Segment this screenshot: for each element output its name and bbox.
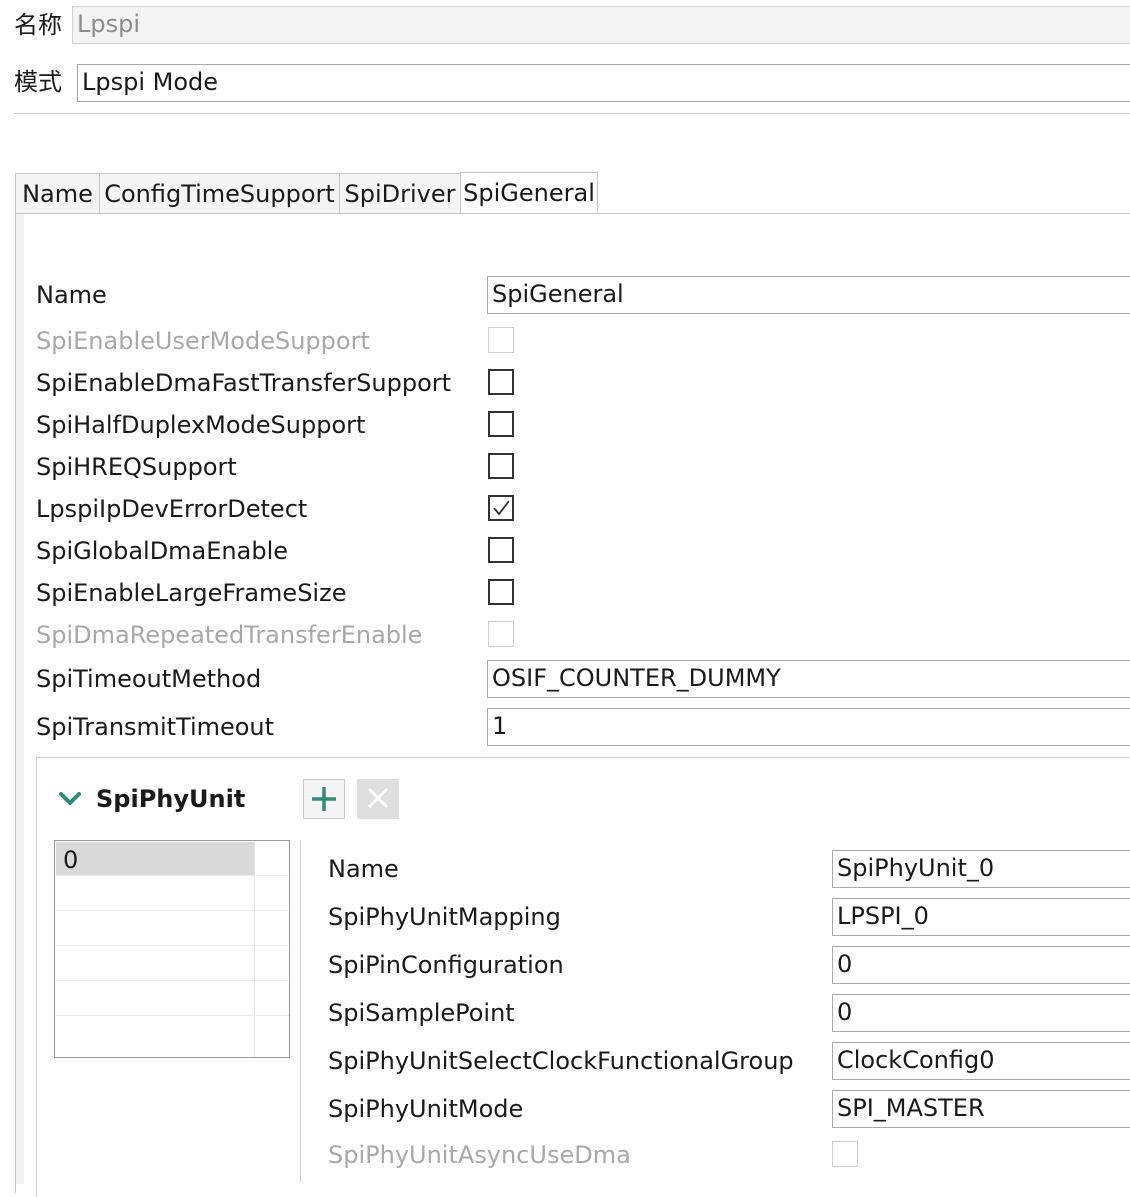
phy-mapping-select[interactable]: LPSPI_0 bbox=[832, 898, 1130, 936]
add-button[interactable] bbox=[303, 779, 345, 819]
phy-sample-point-field[interactable]: 0 bbox=[832, 994, 1130, 1032]
list-empty-row bbox=[56, 982, 289, 1016]
phy-mapping-label: SpiPhyUnitMapping bbox=[328, 903, 561, 931]
tab-spi-driver[interactable]: SpiDriver bbox=[339, 173, 461, 213]
tab-config-time-support[interactable]: ConfigTimeSupport bbox=[99, 173, 340, 213]
chevron-down-icon[interactable] bbox=[58, 789, 82, 809]
opt-large-frame-size-checkbox[interactable] bbox=[488, 579, 514, 605]
timeout-method-select[interactable]: OSIF_COUNTER_DUMMY bbox=[487, 660, 1130, 698]
phy-unit-mode-label: SpiPhyUnitMode bbox=[328, 1095, 524, 1123]
panel-left-gutter bbox=[16, 214, 24, 1184]
list-empty-row bbox=[56, 1017, 289, 1051]
name-label: 名称 bbox=[14, 11, 62, 39]
phy-sample-point-label: SpiSamplePoint bbox=[328, 999, 515, 1027]
opt-half-duplex-label: SpiHalfDuplexModeSupport bbox=[36, 411, 366, 439]
tab-spi-general[interactable]: SpiGeneral bbox=[460, 172, 598, 214]
phy-pin-config-label: SpiPinConfiguration bbox=[328, 951, 564, 979]
opt-half-duplex-checkbox[interactable] bbox=[488, 411, 514, 437]
delete-button[interactable] bbox=[357, 779, 399, 819]
phy-unit-mode-select[interactable]: SPI_MASTER bbox=[832, 1090, 1130, 1128]
plus-icon bbox=[312, 787, 336, 811]
phy-async-dma-checkbox[interactable] bbox=[832, 1141, 858, 1167]
checkmark-icon bbox=[493, 500, 510, 516]
list-empty-row bbox=[56, 912, 289, 946]
tab-name[interactable]: Name bbox=[15, 173, 100, 213]
opt-dev-error-detect-label: LpspiIpDevErrorDetect bbox=[36, 495, 308, 523]
timeout-method-label: SpiTimeoutMethod bbox=[36, 665, 262, 693]
opt-dma-repeated-transfer-checkbox[interactable] bbox=[488, 621, 514, 647]
mode-label: 模式 bbox=[14, 68, 62, 96]
close-icon bbox=[367, 787, 389, 809]
list-empty-row bbox=[56, 877, 289, 911]
name-field[interactable]: Lpspi bbox=[72, 6, 1130, 44]
list-item-label: 0 bbox=[63, 846, 79, 874]
general-name-label: Name bbox=[36, 281, 107, 309]
phy-unit-title: SpiPhyUnit bbox=[96, 785, 246, 813]
opt-dev-error-detect-checkbox[interactable] bbox=[488, 495, 514, 521]
instance-list[interactable]: 0 bbox=[54, 840, 290, 1058]
phy-name-field[interactable]: SpiPhyUnit_0 bbox=[832, 850, 1130, 888]
transmit-timeout-label: SpiTransmitTimeout bbox=[36, 713, 275, 741]
phy-unit-split-divider bbox=[300, 840, 301, 1182]
transmit-timeout-field[interactable]: 1 bbox=[487, 708, 1130, 746]
opt-dma-fast-transfer-checkbox[interactable] bbox=[488, 369, 514, 395]
opt-enable-user-mode-checkbox[interactable] bbox=[488, 327, 514, 353]
opt-large-frame-size-label: SpiEnableLargeFrameSize bbox=[36, 579, 347, 607]
opt-dma-repeated-transfer-label: SpiDmaRepeatedTransferEnable bbox=[36, 621, 423, 649]
list-item-highlight bbox=[56, 842, 254, 875]
opt-hreq-support-checkbox[interactable] bbox=[488, 453, 514, 479]
list-item[interactable]: 0 bbox=[56, 842, 289, 876]
phy-name-label: Name bbox=[328, 855, 399, 883]
opt-enable-user-mode-label: SpiEnableUserModeSupport bbox=[36, 327, 370, 355]
phy-clock-group-label: SpiPhyUnitSelectClockFunctionalGroup bbox=[328, 1047, 794, 1075]
header-divider bbox=[14, 113, 1130, 114]
opt-global-dma-checkbox[interactable] bbox=[488, 537, 514, 563]
phy-pin-config-field[interactable]: 0 bbox=[832, 946, 1130, 984]
phy-async-dma-label: SpiPhyUnitAsyncUseDma bbox=[328, 1141, 631, 1169]
mode-field[interactable]: Lpspi Mode bbox=[77, 64, 1130, 102]
phy-clock-group-select[interactable]: ClockConfig0 bbox=[832, 1042, 1130, 1080]
list-empty-row bbox=[56, 947, 289, 981]
opt-hreq-support-label: SpiHREQSupport bbox=[36, 453, 237, 481]
opt-global-dma-label: SpiGlobalDmaEnable bbox=[36, 537, 289, 565]
general-name-field[interactable]: SpiGeneral bbox=[487, 276, 1130, 314]
opt-dma-fast-transfer-label: SpiEnableDmaFastTransferSupport bbox=[36, 369, 452, 397]
